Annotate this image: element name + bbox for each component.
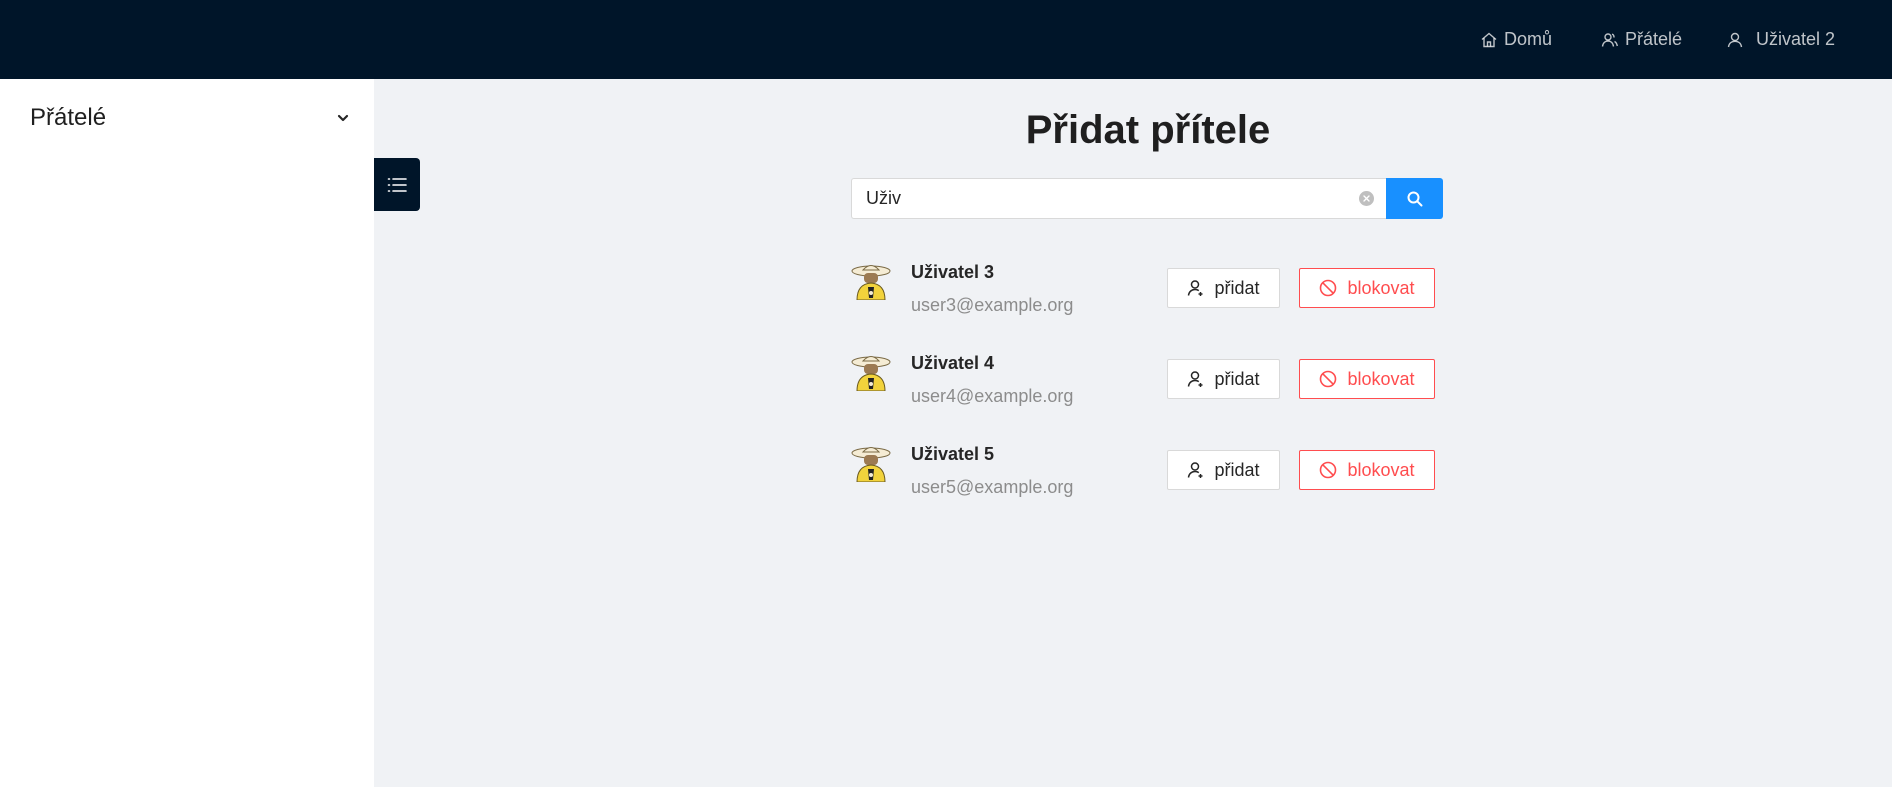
home-icon xyxy=(1481,32,1497,47)
search-input-wrapper xyxy=(851,178,1386,219)
list-item: Uživatel 5 user5@example.org přidat blok… xyxy=(851,426,1445,517)
user-list: Uživatel 3 user3@example.org přidat blok… xyxy=(851,244,1445,517)
avatar xyxy=(851,356,891,391)
user-icon xyxy=(1727,32,1743,47)
page-title: Přidat přítele xyxy=(1025,108,1271,152)
sidebar-title: Přátelé xyxy=(30,104,107,131)
user-add-icon xyxy=(1188,462,1203,478)
avatar xyxy=(851,447,891,482)
add-friend-label: přidat xyxy=(1214,459,1260,480)
sidebar-submenu-friends[interactable]: Přátelé xyxy=(0,79,374,157)
add-friend-button[interactable]: přidat xyxy=(1167,359,1280,399)
search-bar xyxy=(851,178,1443,219)
block-user-label: blokovat xyxy=(1347,277,1415,298)
nav-home-label: Domů xyxy=(1504,29,1553,49)
block-user-button[interactable]: blokovat xyxy=(1299,359,1435,399)
friends-icon xyxy=(1601,32,1618,47)
add-friend-label: přidat xyxy=(1214,277,1260,298)
top-navbar: Domů Přátelé Uživatel 2 xyxy=(0,0,1892,79)
list-item: Uživatel 3 user3@example.org přidat blok… xyxy=(851,244,1445,335)
stop-icon xyxy=(1320,370,1337,388)
avatar xyxy=(851,265,891,300)
nav-home[interactable]: Domů xyxy=(1480,0,1552,79)
sidebar: Přátelé xyxy=(0,79,374,787)
add-friend-label: přidat xyxy=(1214,368,1260,389)
block-user-button[interactable]: blokovat xyxy=(1299,450,1435,490)
add-friend-button[interactable]: přidat xyxy=(1167,268,1280,308)
nav-friends[interactable]: Přátelé xyxy=(1601,0,1682,79)
sidebar-toggle-button[interactable] xyxy=(374,158,420,211)
list-icon xyxy=(387,177,407,192)
nav-user-label: Uživatel 2 xyxy=(1756,29,1836,49)
clear-icon[interactable] xyxy=(1359,191,1374,206)
search-button[interactable] xyxy=(1386,178,1443,219)
search-icon xyxy=(1407,191,1422,206)
stop-icon xyxy=(1320,461,1337,479)
nav-user[interactable]: Uživatel 2 xyxy=(1726,0,1835,79)
user-add-icon xyxy=(1188,280,1203,296)
user-name: Uživatel 5 xyxy=(911,444,995,464)
block-user-button[interactable]: blokovat xyxy=(1299,268,1435,308)
user-email: user3@example.org xyxy=(911,295,1074,315)
user-email: user5@example.org xyxy=(911,477,1074,497)
search-input[interactable] xyxy=(866,188,1359,209)
nav-friends-label: Přátelé xyxy=(1625,29,1683,49)
user-email: user4@example.org xyxy=(911,386,1074,406)
list-item: Uživatel 4 user4@example.org přidat blok… xyxy=(851,335,1445,426)
stop-icon xyxy=(1320,279,1337,297)
add-friend-button[interactable]: přidat xyxy=(1167,450,1280,490)
block-user-label: blokovat xyxy=(1347,459,1415,480)
block-user-label: blokovat xyxy=(1347,368,1415,389)
user-name: Uživatel 4 xyxy=(911,353,995,373)
user-add-icon xyxy=(1188,371,1203,387)
chevron-down-icon xyxy=(337,114,349,122)
user-name: Uživatel 3 xyxy=(911,262,995,282)
